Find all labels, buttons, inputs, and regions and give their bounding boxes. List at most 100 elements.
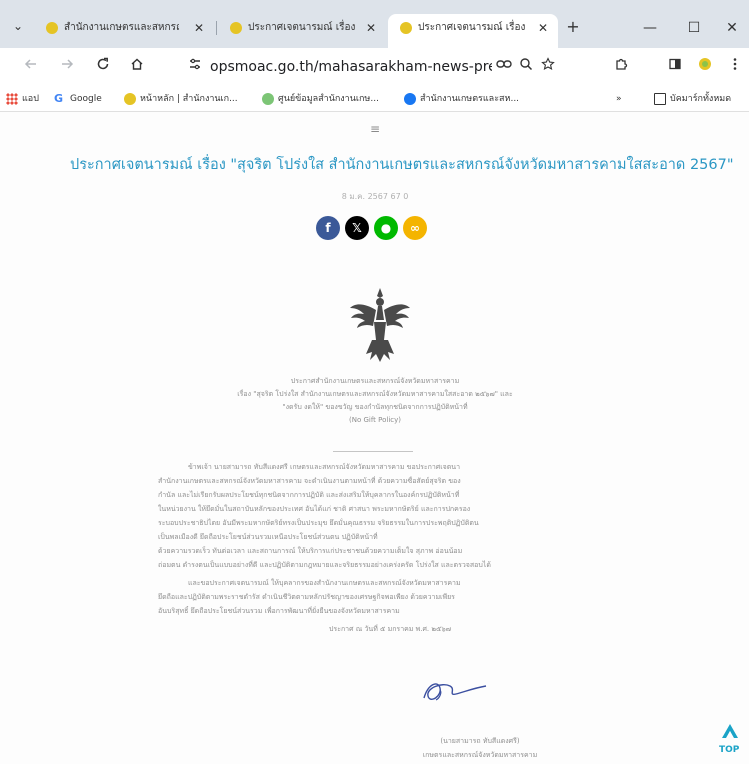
doc-body-line-2: สำนักงานเกษตรและสหกรณ์จังหวัดมหาสารคาม จ… — [158, 477, 461, 485]
site-favicon-icon — [124, 92, 136, 105]
browser-toolbar: opsmoac.go.th/mahasarakham-news-preview-… — [0, 48, 749, 86]
chevron-down-icon: ⌄ — [12, 19, 24, 33]
doc-body-line-5: ระบอบประชาธิปไตย อันมีพระมหากษัตริย์ทรงเ… — [158, 519, 479, 527]
arrow-left-icon — [24, 59, 36, 69]
doc-body-line-8: ถ่อมตน ดำรงตนเป็นแบบอย่างที่ดี และปฏิบัต… — [158, 561, 491, 569]
line-chat-icon: ● — [380, 221, 392, 235]
more-vert-icon — [733, 58, 737, 70]
share-facebook-button[interactable]: f — [316, 216, 340, 240]
close-tab-icon[interactable]: ✕ — [366, 14, 376, 42]
reload-icon — [97, 57, 109, 70]
all-bookmarks-folder[interactable]: บัคมาร์กทั้งหมด — [654, 90, 748, 108]
bookmarks-bar: แอป G Google หน้าหลัก | สำนักงานเก... ศูน… — [0, 86, 749, 112]
menu-toggle-button[interactable]: ≡ — [365, 122, 385, 136]
arrow-up-icon — [722, 724, 738, 738]
hamburger-icon: ≡ — [369, 122, 381, 136]
bookmark-label: หน้าหลัก | สำนักงานเก... — [140, 94, 238, 104]
bookmark-google[interactable]: G Google — [54, 90, 102, 108]
google-icon: G — [54, 91, 64, 105]
apps-grid-icon — [6, 92, 18, 105]
back-button[interactable] — [20, 56, 42, 78]
more-bookmarks-button[interactable]: » — [616, 90, 622, 108]
doc-body-line-11: อันบริสุทธิ์ ยึดถือประโยชน์ส่วนรวม เพื่อ… — [158, 607, 400, 615]
browser-menu-button[interactable] — [724, 56, 746, 78]
back-to-top-button[interactable]: TOP — [716, 722, 744, 762]
link-icon: ∞ — [410, 221, 420, 235]
doc-body-line-1: ข้าพเจ้า นายสามารถ ทับสีแดงศรี เกษตรและส… — [188, 463, 460, 471]
x-logo-icon: 𝕏 — [352, 221, 362, 235]
browser-tab-3-active[interactable]: ประกาศเจตนารมณ์ เรื่อง ✕ — [388, 14, 558, 48]
browser-tab-2[interactable]: ประกาศเจตนารมณ์ เรื่อง ✕ — [218, 14, 386, 42]
copy-link-button[interactable]: ∞ — [403, 216, 427, 240]
bookmark-label: ศูนย์ข้อมูลสำนักงานเกษ... — [278, 94, 379, 104]
url-text[interactable]: opsmoac.go.th/mahasarakham-news-preview-… — [210, 53, 492, 81]
news-meta: 8 ม.ค. 2567 67 0 — [341, 192, 409, 201]
facebook-icon: f — [325, 221, 331, 235]
extensions-button[interactable] — [610, 56, 632, 78]
garuda-emblem-icon — [350, 288, 410, 362]
site-favicon-icon — [262, 92, 274, 105]
tab-search-button[interactable]: ⌄ — [6, 14, 30, 38]
maximize-icon: ☐ — [687, 20, 701, 36]
close-window-button[interactable]: ✕ — [712, 14, 749, 42]
share-x-button[interactable]: 𝕏 — [345, 216, 369, 240]
doc-signer-name: (นายสามารถ ทับสีแดงศรี) — [440, 737, 520, 745]
news-title: ประกาศเจตนารมณ์ เรื่อง "สุจริต โปร่งใส ส… — [70, 157, 734, 173]
link-icon[interactable] — [494, 57, 514, 77]
tab-separator — [216, 21, 217, 35]
bookmark-label: บัคมาร์กทั้งหมด — [670, 94, 732, 104]
doc-body-line-9: และขอประกาศเจตนารมณ์ ให้บุคลากรของสำนักง… — [188, 579, 461, 587]
signature-icon — [423, 683, 487, 701]
zoom-icon[interactable] — [516, 57, 536, 77]
double-chevron-icon: » — [616, 94, 622, 104]
site-info-icon[interactable] — [188, 57, 206, 77]
bookmark-home[interactable]: หน้าหลัก | สำนักงานเก... — [124, 90, 238, 108]
profile-button[interactable] — [694, 56, 716, 78]
doc-divider — [333, 451, 413, 452]
browser-tab-1[interactable]: สำนักงานเกษตรและสหกรณ์ ✕ — [34, 14, 214, 42]
doc-heading-line-2: เรื่อง "สุจริต โปร่งใส สำนักงานเกษตรและส… — [237, 390, 513, 398]
side-panel-button[interactable] — [664, 56, 686, 78]
bookmark-data-center[interactable]: ศูนย์ข้อมูลสำนักงานเกษ... — [262, 90, 379, 108]
share-line-button[interactable]: ● — [374, 216, 398, 240]
close-tab-icon[interactable]: ✕ — [538, 14, 548, 42]
doc-date-line: ประกาศ ณ วันที่ ๕ มกราคม พ.ศ. ๒๕๖๗ — [328, 625, 451, 633]
bookmark-star-icon[interactable] — [538, 57, 558, 77]
bookmark-label: แอป — [22, 94, 39, 104]
puzzle-icon — [616, 58, 628, 70]
home-icon — [131, 58, 143, 70]
arrow-right-icon — [62, 59, 74, 69]
doc-body-line-3: กำนัล และไม่เรียกรับผลประโยชน์ทุกชนิดจาก… — [158, 491, 460, 499]
tab-title: ประกาศเจตนารมณ์ เรื่อง — [248, 22, 356, 33]
maximize-button[interactable]: ☐ — [674, 14, 714, 42]
tab-strip: ⌄ สำนักงานเกษตรและสหกรณ์ ✕ ประกาศเจตนารม… — [0, 0, 749, 48]
bookmark-label: Google — [70, 94, 102, 104]
plus-icon: + — [566, 17, 580, 36]
doc-body-line-6: เป็นพลเมืองดี ยึดถือประโยชน์ส่วนรวมเหนือ… — [158, 533, 378, 541]
address-bar[interactable]: opsmoac.go.th/mahasarakham-news-preview-… — [182, 53, 556, 81]
home-button[interactable] — [126, 56, 148, 78]
tab-title: สำนักงานเกษตรและสหกรณ์ — [64, 22, 179, 33]
side-panel-icon — [669, 58, 681, 70]
avatar-icon — [699, 58, 711, 70]
bookmark-label: สำนักงานเกษตรและสห... — [420, 94, 520, 104]
back-to-top-label: TOP — [719, 745, 740, 755]
reload-button[interactable] — [92, 56, 114, 78]
web-page: ≡ ประกาศเจตนารมณ์ เรื่อง "สุจริต โปร่งใส… — [0, 112, 749, 764]
folder-icon — [654, 92, 666, 105]
minimize-button[interactable]: — — [630, 14, 670, 42]
bookmark-apps[interactable]: แอป — [6, 90, 39, 108]
facebook-icon — [404, 92, 416, 105]
doc-heading-line-1: ประกาศสำนักงานเกษตรและสหกรณ์จังหวัดมหาสา… — [290, 377, 460, 385]
site-favicon-icon — [400, 22, 412, 34]
new-tab-button[interactable]: + — [560, 14, 586, 42]
forward-button[interactable] — [56, 56, 78, 78]
minimize-icon: — — [643, 20, 657, 36]
doc-body-line-10: ยึดถือและปฏิบัติตามพระราชดำรัส ดำเนินชีว… — [158, 593, 455, 601]
site-favicon-icon — [46, 22, 58, 34]
doc-heading-line-3: "งดรับ งดให้" ของขวัญ ของกำนัลทุกชนิดจาก… — [282, 403, 468, 411]
doc-heading-line-4: (No Gift Policy) — [348, 416, 402, 424]
close-tab-icon[interactable]: ✕ — [194, 14, 204, 42]
bookmark-facebook[interactable]: สำนักงานเกษตรและสห... — [404, 90, 519, 108]
doc-body-line-7: ด้วยความรวดเร็ว ทันต่อเวลา และสถานการณ์ … — [158, 547, 463, 555]
